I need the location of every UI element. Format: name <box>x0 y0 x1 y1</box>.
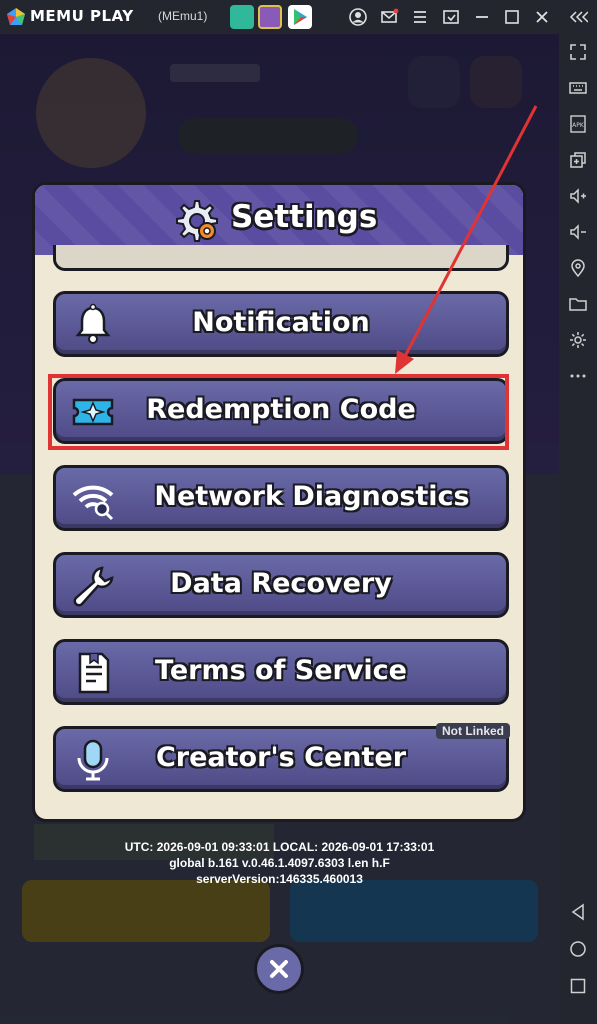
volume-down-icon[interactable] <box>568 222 588 242</box>
memu-logo-icon <box>7 8 25 25</box>
emulator-sidebar: APK <box>559 34 597 1024</box>
terms-of-service-label: Terms of Service <box>154 655 407 686</box>
multi-window-icon[interactable] <box>568 150 588 170</box>
game-viewport: Settings Notification Redemption Code Ne… <box>0 34 559 1024</box>
back-icon[interactable] <box>568 902 588 922</box>
game-tab-icon[interactable] <box>258 5 282 29</box>
network-diagnostics-label: Network Diagnostics <box>154 481 470 512</box>
network-diagnostics-button[interactable]: Network Diagnostics <box>53 465 509 531</box>
folder-icon[interactable] <box>568 294 588 314</box>
not-linked-badge: Not Linked <box>436 723 510 739</box>
server-time-text: UTC: 2026-09-01 09:33:01 LOCAL: 2026-09-… <box>124 840 435 854</box>
settings-gear-icon[interactable] <box>568 330 588 350</box>
data-recovery-button[interactable]: Data Recovery <box>53 552 509 618</box>
account-icon[interactable] <box>348 7 368 27</box>
creators-center-label: Creator's Center <box>155 742 407 773</box>
wifi-search-icon <box>70 477 116 521</box>
more-icon[interactable] <box>568 366 588 386</box>
scrolled-option-row[interactable] <box>53 245 509 271</box>
apk-icon[interactable]: APK <box>568 114 588 134</box>
fullscreen-icon[interactable] <box>568 42 588 62</box>
collapse-sidebar-icon[interactable] <box>568 7 589 27</box>
menu-icon[interactable] <box>410 7 430 27</box>
home-icon[interactable] <box>568 939 588 959</box>
maximize-icon[interactable] <box>502 7 522 27</box>
build-version-text: global b.161 v.0.46.1.4097.6303 l.en h.F <box>169 856 390 870</box>
screenshot-icon[interactable] <box>441 7 461 27</box>
settings-title: Settings <box>231 199 378 235</box>
server-version-text: serverVersion:146335.460013 <box>196 872 363 886</box>
volume-up-icon[interactable] <box>568 186 588 206</box>
gear-icon <box>176 200 218 242</box>
keyboard-icon[interactable] <box>568 78 588 98</box>
emulator-title-bar: MEMU PLAY (MEmu1) <box>0 0 597 34</box>
app-tab-icon[interactable] <box>230 5 254 29</box>
data-recovery-label: Data Recovery <box>170 568 392 599</box>
svg-text:APK: APK <box>572 122 585 129</box>
notification-button[interactable]: Notification <box>53 291 509 357</box>
redemption-code-highlight <box>48 374 509 450</box>
minimize-icon[interactable] <box>472 7 492 27</box>
app-brand: MEMU PLAY <box>30 7 134 25</box>
location-icon[interactable] <box>568 258 588 278</box>
creators-center-button[interactable]: Creator's Center Not Linked <box>53 723 510 792</box>
mail-icon[interactable] <box>379 7 399 27</box>
instance-name: (MEmu1) <box>158 9 208 23</box>
close-icon <box>270 960 288 978</box>
notification-label: Notification <box>192 307 370 338</box>
close-button[interactable] <box>254 944 304 994</box>
close-window-icon[interactable] <box>532 7 552 27</box>
play-store-tab-icon[interactable] <box>288 5 312 29</box>
settings-dialog: Settings Notification Redemption Code Ne… <box>32 182 526 822</box>
recent-apps-icon[interactable] <box>568 976 588 996</box>
terms-of-service-button[interactable]: Terms of Service <box>53 639 509 705</box>
